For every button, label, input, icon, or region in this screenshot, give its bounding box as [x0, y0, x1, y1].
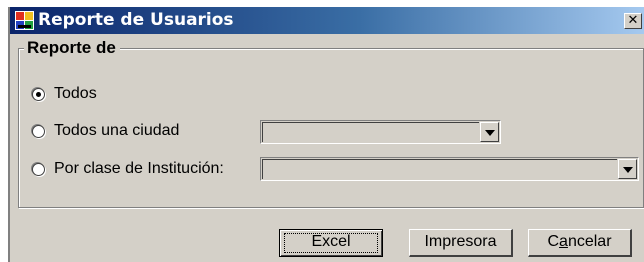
- ciudad-select-value[interactable]: [262, 122, 479, 142]
- window-title: Reporte de Usuarios: [38, 10, 234, 30]
- excel-button[interactable]: Excel: [279, 229, 383, 257]
- radio-button[interactable]: [32, 162, 45, 176]
- impresora-button[interactable]: Impresora: [409, 229, 513, 257]
- excel-button-label: Excel: [311, 233, 351, 250]
- cancelar-button-label: Cancelar: [547, 233, 612, 250]
- close-icon: ✕: [627, 13, 639, 28]
- impresora-button-label: Impresora: [424, 233, 497, 250]
- radio-button[interactable]: [32, 124, 45, 138]
- radio-label: Por clase de Institución:: [54, 160, 224, 177]
- group-legend: Reporte de: [24, 38, 120, 58]
- cancelar-button[interactable]: Cancelar: [528, 229, 632, 257]
- report-dialog: Reporte de Usuarios ✕ Reporte de Todos T…: [8, 7, 644, 262]
- radio-label: Todos: [54, 85, 97, 102]
- radio-button[interactable]: [32, 87, 45, 101]
- radio-option-todos[interactable]: Todos: [32, 83, 97, 105]
- ciudad-select[interactable]: [260, 120, 501, 144]
- radio-option-todos-una-ciudad[interactable]: Todos una ciudad: [32, 120, 179, 142]
- close-button[interactable]: ✕: [624, 13, 642, 29]
- clase-institucion-select[interactable]: [260, 157, 639, 181]
- radio-option-por-clase[interactable]: Por clase de Institución:: [32, 158, 224, 180]
- chevron-down-icon[interactable]: [618, 159, 637, 179]
- title-bar[interactable]: Reporte de Usuarios ✕: [10, 7, 644, 34]
- chevron-down-icon[interactable]: [480, 122, 499, 142]
- clase-institucion-select-value[interactable]: [262, 159, 617, 179]
- app-report-icon: [15, 11, 34, 30]
- radio-label: Todos una ciudad: [54, 122, 180, 139]
